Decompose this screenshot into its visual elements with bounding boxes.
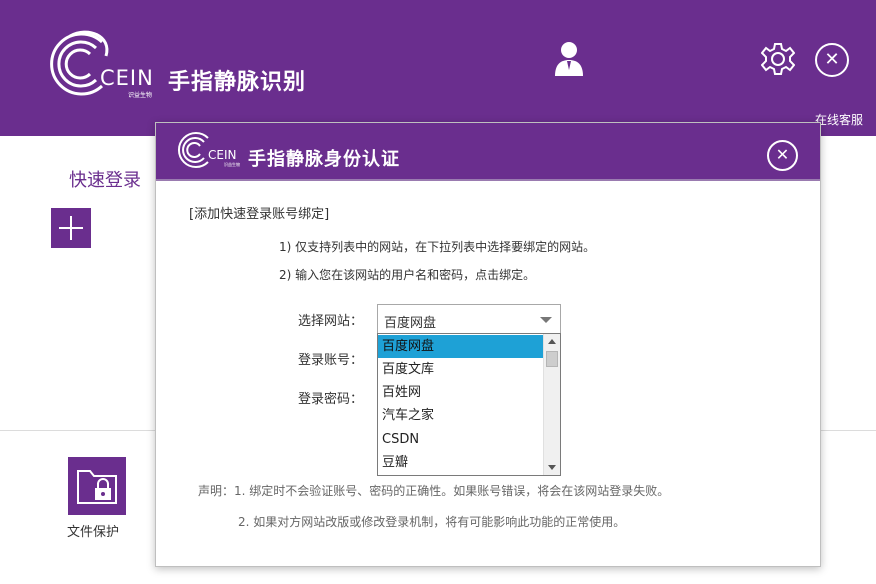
file-protection-label: 文件保护 <box>67 525 120 540</box>
file-protection-button[interactable] <box>68 457 126 515</box>
main-header: CEIN 识益生物 手指静脉识别 ✕ 在线客服 <box>0 0 876 136</box>
scrollbar-thumb[interactable] <box>546 351 558 367</box>
online-service-link[interactable]: 在线客服 <box>815 111 863 128</box>
disclaimer-note-1: 声明：1. 绑定时不会验证账号、密码的正确性。如果账号错误，将会在该网站登录失败… <box>198 484 670 498</box>
app-title: 手指静脉识别 <box>168 70 307 95</box>
site-select[interactable]: 百度网盘 <box>377 304 561 334</box>
instruction-1: 1) 仅支持列表中的网站，在下拉列表中选择要绑定的网站。 <box>279 240 596 254</box>
header-divider <box>156 179 820 181</box>
gear-icon[interactable] <box>761 42 795 76</box>
dropdown-option[interactable]: 汽车之家 <box>378 404 544 427</box>
dialog-logo-subtext: 识益生物 <box>224 162 240 167</box>
dropdown-option[interactable]: CSDN <box>378 428 544 451</box>
section-title: [添加快速登录账号绑定] <box>189 207 330 222</box>
scrollbar[interactable] <box>543 334 560 475</box>
site-label: 选择网站： <box>298 314 364 329</box>
close-icon[interactable]: ✕ <box>815 43 849 77</box>
folder-lock-icon <box>77 470 117 504</box>
logo-text: CEIN <box>100 66 154 90</box>
dropdown-option[interactable]: 百姓网 <box>378 381 544 404</box>
chevron-down-icon <box>540 317 552 323</box>
instruction-2: 2) 输入您在该网站的用户名和密码，点击绑定。 <box>279 268 536 282</box>
dialog-logo-text: CEIN <box>208 148 237 162</box>
finger-vein-auth-dialog: CEIN 识益生物 手指静脉身份认证 ✕ [添加快速登录账号绑定] 1) 仅支持… <box>155 122 821 567</box>
user-icon[interactable] <box>553 40 585 76</box>
dropdown-option[interactable]: 百度网盘 <box>378 335 544 358</box>
dropdown-option[interactable]: 百度文库 <box>378 358 544 381</box>
quick-login-heading: 快速登录 <box>69 170 141 191</box>
account-label: 登录账号： <box>298 353 364 368</box>
add-quick-login-button[interactable] <box>51 208 91 248</box>
logo-subtext: 识益生物 <box>128 92 153 99</box>
disclaimer-note-2: 2. 如果对方网站改版或修改登录机制，将有可能影响此功能的正常使用。 <box>238 515 626 529</box>
scroll-up-icon[interactable] <box>548 339 556 344</box>
site-dropdown-list: 百度网盘 百度文库 百姓网 汽车之家 CSDN 豆瓣 <box>377 333 561 476</box>
dropdown-option[interactable]: 豆瓣 <box>378 451 544 474</box>
site-select-value: 百度网盘 <box>384 316 437 331</box>
close-icon[interactable]: ✕ <box>767 140 798 171</box>
dialog-title: 手指静脉身份认证 <box>248 149 400 170</box>
password-label: 登录密码： <box>298 392 364 407</box>
scroll-down-icon[interactable] <box>548 465 556 470</box>
dialog-header: CEIN 识益生物 手指静脉身份认证 ✕ <box>156 123 820 179</box>
